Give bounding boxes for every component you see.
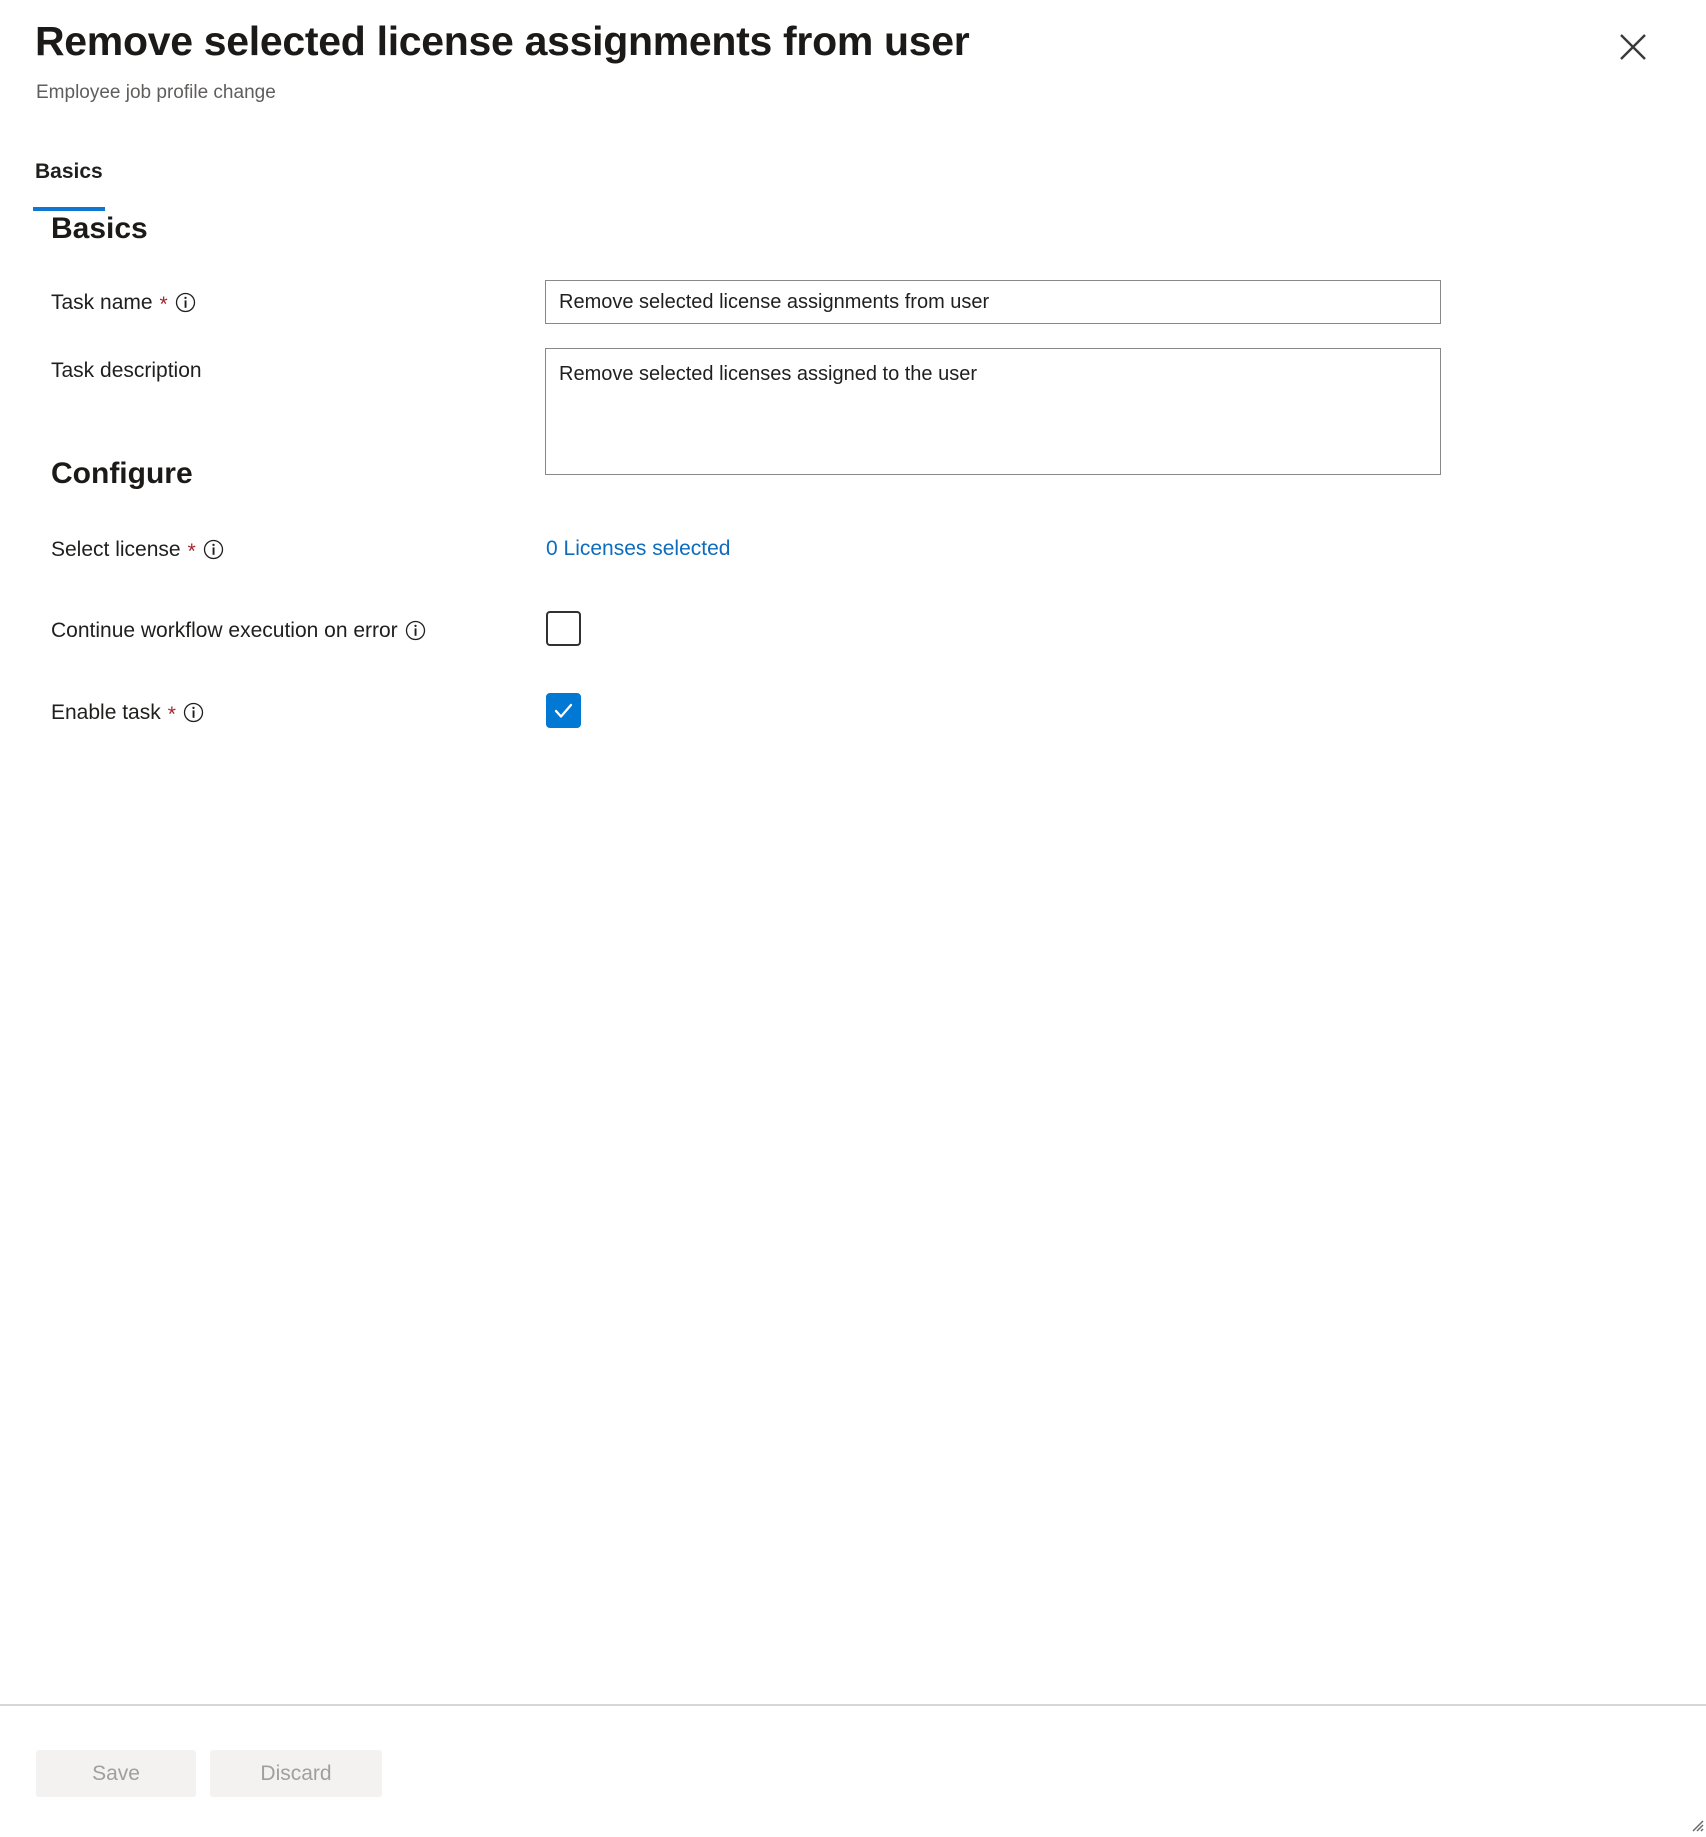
task-name-input[interactable]: [545, 280, 1441, 324]
resize-grip[interactable]: [1688, 1816, 1704, 1832]
section-heading-configure: Configure: [51, 457, 193, 490]
label-task-name-text: Task name: [51, 291, 153, 314]
save-button[interactable]: Save: [36, 1750, 196, 1797]
required-indicator: *: [187, 540, 196, 563]
info-circle-icon[interactable]: [175, 292, 196, 313]
label-task-description-text: Task description: [51, 359, 202, 382]
page-title: Remove selected license assignments from…: [35, 18, 970, 64]
task-description-textarea[interactable]: [545, 348, 1441, 475]
label-select-license-text: Select license: [51, 538, 181, 561]
label-continue-on-error-text: Continue workflow execution on error: [51, 619, 398, 642]
label-task-name: Task name *: [51, 291, 196, 316]
label-continue-on-error: Continue workflow execution on error: [51, 620, 426, 641]
info-circle-icon[interactable]: [405, 620, 426, 641]
blade-footer: Save Discard: [0, 1704, 1706, 1834]
tab-strip: Basics: [0, 160, 1706, 212]
required-indicator: *: [167, 703, 176, 726]
page-subtitle: Employee job profile change: [36, 82, 276, 103]
label-enable-task: Enable task *: [51, 701, 204, 726]
licenses-selected-link[interactable]: 0 Licenses selected: [546, 537, 730, 561]
form-content: Basics Task name * Task description Conf…: [0, 212, 1706, 1704]
close-button[interactable]: [1608, 22, 1658, 72]
required-indicator: *: [159, 293, 168, 316]
enable-task-checkbox[interactable]: [546, 693, 581, 728]
label-enable-task-text: Enable task: [51, 701, 161, 724]
checkmark-icon: [552, 699, 575, 722]
blade-header: Remove selected license assignments from…: [0, 0, 1706, 130]
tab-selected-indicator: [33, 207, 105, 211]
info-circle-icon[interactable]: [203, 539, 224, 560]
tab-basics[interactable]: Basics: [35, 160, 103, 196]
discard-button[interactable]: Discard: [210, 1750, 382, 1797]
label-select-license: Select license *: [51, 538, 224, 563]
close-icon: [1616, 30, 1650, 64]
section-heading-basics: Basics: [51, 212, 148, 245]
label-task-description: Task description: [51, 360, 202, 381]
info-circle-icon[interactable]: [183, 702, 204, 723]
continue-on-error-checkbox[interactable]: [546, 611, 581, 646]
